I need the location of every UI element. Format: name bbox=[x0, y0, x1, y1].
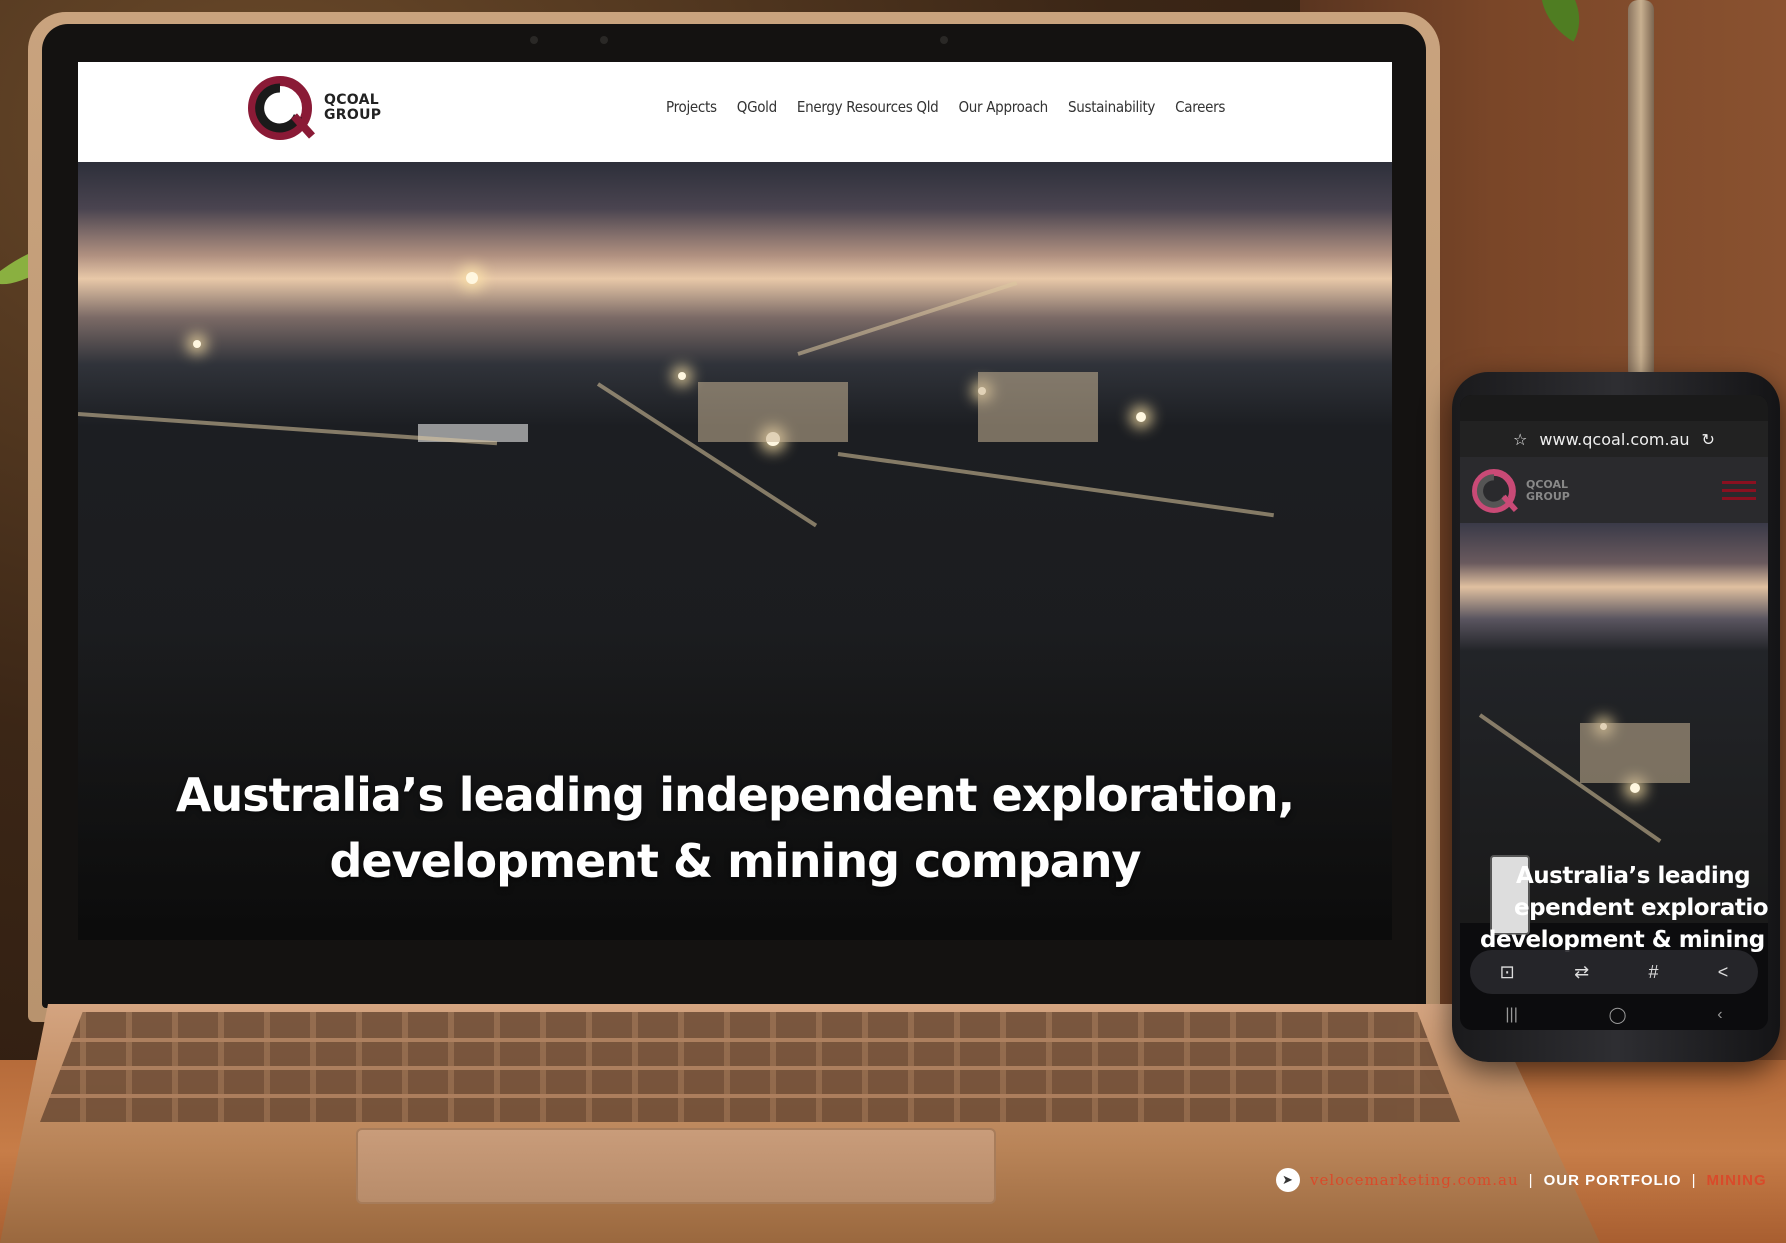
laptop-camera bbox=[600, 36, 608, 44]
hero-banner: Australia’s leading independent explorat… bbox=[78, 162, 1392, 940]
phone-status-bar bbox=[1460, 395, 1768, 421]
hero-title: Australia’s leading independent explorat… bbox=[78, 762, 1392, 894]
site-light bbox=[193, 340, 201, 348]
site-light bbox=[1630, 783, 1640, 793]
laptop-trackpad bbox=[356, 1128, 996, 1204]
nav-projects[interactable]: Projects bbox=[666, 98, 717, 116]
keyboard-row-gap bbox=[40, 1038, 1460, 1042]
qcoal-logo-mark-icon bbox=[248, 76, 318, 140]
keyboard-row-gap bbox=[40, 1066, 1460, 1070]
hero-title-line-1: Australia’s leading independent explorat… bbox=[175, 768, 1295, 822]
hash-icon[interactable]: # bbox=[1648, 962, 1658, 983]
back-icon[interactable]: ‹ bbox=[1717, 1006, 1722, 1024]
main-nav: Projects QGold Energy Resources Qld Our … bbox=[666, 98, 1225, 116]
credit-site[interactable]: velocemarketing.com.au bbox=[1310, 1171, 1519, 1189]
mobile-logo-text: QCOAL GROUP bbox=[1526, 479, 1570, 503]
site-header: QCOAL GROUP Projects QGold Energy Resour… bbox=[78, 62, 1392, 162]
home-icon[interactable]: ◯ bbox=[1609, 1005, 1627, 1025]
logo-text: QCOAL GROUP bbox=[324, 93, 381, 123]
nav-qgold[interactable]: QGold bbox=[737, 98, 777, 116]
translate-icon[interactable]: ⇄ bbox=[1574, 962, 1589, 983]
mobile-hero-title: Australia’s leading ependent exploration… bbox=[1480, 860, 1768, 956]
mobile-logo-line-2: GROUP bbox=[1526, 490, 1570, 503]
site-light bbox=[1136, 412, 1146, 422]
credit-separator: | bbox=[1691, 1171, 1697, 1189]
hero-title-line-2: development & mining company bbox=[329, 834, 1141, 888]
site-light bbox=[466, 272, 478, 284]
mobile-hero-line-2: ependent exploration, bbox=[1514, 895, 1768, 921]
android-nav-bar: ||| ◯ ‹ bbox=[1460, 1000, 1768, 1030]
plant-stem bbox=[1628, 0, 1654, 380]
site-light bbox=[678, 372, 686, 380]
laptop-screen: QCOAL GROUP Projects QGold Energy Resour… bbox=[78, 62, 1392, 940]
nav-sustainability[interactable]: Sustainability bbox=[1068, 98, 1155, 116]
mobile-qcoal-logo[interactable]: QCOAL GROUP bbox=[1472, 469, 1570, 513]
mockup-scene: QCOAL GROUP Projects QGold Energy Resour… bbox=[0, 0, 1786, 1243]
nav-energy-resources[interactable]: Energy Resources Qld bbox=[797, 98, 939, 116]
conveyor-belt bbox=[837, 452, 1274, 518]
mobile-hero-line-1: Australia’s leading bbox=[1516, 863, 1751, 889]
laptop-camera bbox=[530, 36, 538, 44]
logo-line-1: QCOAL bbox=[324, 92, 379, 108]
keyboard-row-gap bbox=[40, 1094, 1460, 1098]
scan-icon[interactable]: ⊡ bbox=[1500, 962, 1515, 983]
mobile-logo-mark-icon bbox=[1472, 469, 1518, 513]
reload-icon[interactable]: ↻ bbox=[1702, 430, 1715, 449]
share-icon[interactable]: < bbox=[1718, 962, 1729, 983]
portfolio-credit: ➤ velocemarketing.com.au | OUR PORTFOLIO… bbox=[1276, 1168, 1767, 1192]
logo-line-2: GROUP bbox=[324, 107, 382, 123]
credit-separator: | bbox=[1528, 1171, 1534, 1189]
send-arrow-icon: ➤ bbox=[1276, 1168, 1300, 1192]
laptop-keyboard bbox=[40, 1012, 1460, 1122]
processing-plant bbox=[698, 382, 848, 442]
mobile-site-header: QCOAL GROUP bbox=[1460, 457, 1768, 523]
screenshot-toolbar: ⊡ ⇄ # < bbox=[1470, 950, 1758, 994]
laptop-camera bbox=[940, 36, 948, 44]
star-icon[interactable]: ☆ bbox=[1513, 430, 1527, 449]
phone-url-bar[interactable]: ☆ www.qcoal.com.au ↻ bbox=[1460, 421, 1768, 457]
qcoal-logo[interactable]: QCOAL GROUP bbox=[248, 76, 381, 140]
conveyor-belt bbox=[797, 281, 1018, 356]
nav-our-approach[interactable]: Our Approach bbox=[958, 98, 1048, 116]
processing-plant bbox=[1580, 723, 1690, 783]
credit-portfolio: OUR PORTFOLIO bbox=[1543, 1171, 1682, 1189]
nav-careers[interactable]: Careers bbox=[1175, 98, 1225, 116]
processing-plant bbox=[978, 372, 1098, 442]
url-text[interactable]: www.qcoal.com.au bbox=[1539, 430, 1689, 449]
hamburger-menu-icon[interactable] bbox=[1722, 481, 1756, 501]
phone-screen: ☆ www.qcoal.com.au ↻ QCOAL GROUP Austral… bbox=[1460, 395, 1768, 1030]
credit-category: MINING bbox=[1706, 1171, 1767, 1189]
recents-icon[interactable]: ||| bbox=[1505, 1006, 1517, 1024]
